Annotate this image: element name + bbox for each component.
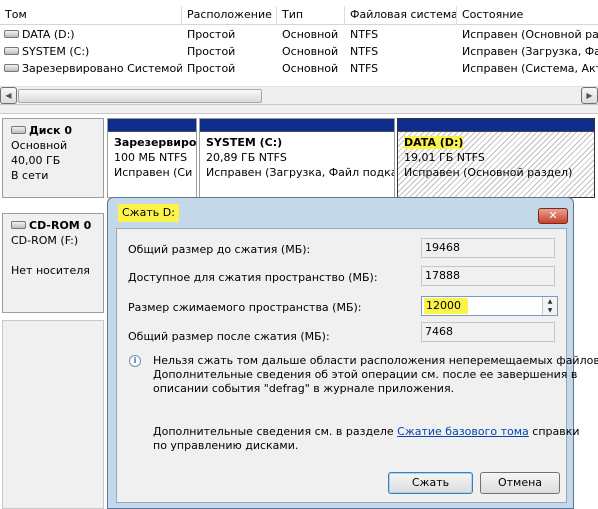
help-note: Дополнительные сведения см. в разделе Сж… <box>153 425 580 439</box>
disk0-size: 40,00 ГБ <box>11 154 61 167</box>
cdrom-icon <box>11 221 26 229</box>
available-value: 17888 <box>421 266 555 286</box>
dialog-title: Сжать D: <box>118 204 179 222</box>
volume-row[interactable]: Зарезервировано Системой Простой Основно… <box>0 60 598 77</box>
partition-info: 20,89 ГБ NTFS <box>206 151 287 164</box>
disk0-kind: Основной <box>11 139 68 152</box>
note-line-3: описании события "defrag" в журнале прил… <box>153 382 455 395</box>
info-icon: i <box>129 355 141 367</box>
partition-name: DATA (D:) <box>404 136 464 149</box>
partition-name: SYSTEM (C:) <box>206 136 283 149</box>
column-header-status[interactable]: Состояние <box>457 6 598 24</box>
shrink-button[interactable]: Сжать <box>388 472 473 494</box>
spin-down-icon[interactable]: ▼ <box>543 306 557 315</box>
volume-filesystem: NTFS <box>350 45 379 58</box>
disk0-header[interactable]: Диск 0 Основной 40,00 ГБ В сети <box>2 118 104 198</box>
drive-icon <box>4 64 19 72</box>
shrink-dialog: Сжать D: ✕ Общий размер до сжатия (МБ): … <box>107 197 598 509</box>
partition-info: 100 МБ NTFS <box>114 151 188 164</box>
partition-status: Исправен (Загрузка, Файл подкач <box>206 166 394 179</box>
cdrom0-name: CD-ROM 0 <box>29 219 92 232</box>
column-header-type[interactable]: Тип <box>277 6 345 24</box>
pane-splitter[interactable] <box>0 104 598 114</box>
note-line-2: Дополнительные сведения об этой операции… <box>153 368 578 381</box>
volume-location: Простой <box>187 45 236 58</box>
note-line-1: Нельзя сжать том дальше области располож… <box>153 354 598 367</box>
cdrom0-drive: CD-ROM (F:) <box>11 234 79 247</box>
drive-icon <box>4 47 19 55</box>
drive-icon <box>4 30 19 38</box>
volume-status: Исправен (Система, Акт <box>462 62 598 75</box>
scroll-right-icon[interactable]: ▶ <box>581 87 598 104</box>
volume-name: Зарезервировано Системой <box>22 62 182 75</box>
shrink-size-label: Размер сжимаемого пространства (МБ): <box>128 301 362 314</box>
help-note-suffix: справки <box>528 425 580 438</box>
dialog-body: Общий размер до сжатия (МБ): 19468 Досту… <box>116 228 598 503</box>
help-note-text: Дополнительные сведения см. в разделе <box>153 425 398 438</box>
volume-name: SYSTEM (C:) <box>22 45 90 58</box>
partition-status: Исправен (Основной раздел) <box>404 166 573 179</box>
available-label: Доступное для сжатия пространство (МБ): <box>128 271 378 284</box>
cdrom0-state: Нет носителя <box>11 264 90 277</box>
volume-type: Основной <box>282 45 339 58</box>
total-after-label: Общий размер после сжатия (МБ): <box>128 330 330 343</box>
volume-row[interactable]: SYSTEM (C:) Простой Основной NTFS Исправ… <box>0 43 598 60</box>
column-header-filesystem[interactable]: Файловая система <box>345 6 457 24</box>
help-note-line-2: по управлению дисками. <box>153 439 299 452</box>
column-header-location[interactable]: Расположение <box>182 6 277 24</box>
volume-status: Исправен (Загрузка, Фа <box>462 45 598 58</box>
cancel-button[interactable]: Отмена <box>480 472 560 494</box>
total-before-label: Общий размер до сжатия (МБ): <box>128 243 311 256</box>
volume-list-header: Том Расположение Тип Файловая система Со… <box>0 6 598 25</box>
volume-name: DATA (D:) <box>22 28 75 41</box>
volume-filesystem: NTFS <box>350 62 379 75</box>
volume-status: Исправен (Основной раз <box>462 28 598 41</box>
disk-icon <box>11 126 26 134</box>
cdrom0-header[interactable]: CD-ROM 0 CD-ROM (F:) Нет носителя <box>2 213 104 313</box>
volume-filesystem: NTFS <box>350 28 379 41</box>
partition-system[interactable]: SYSTEM (C:) 20,89 ГБ NTFS Исправен (Загр… <box>199 118 395 198</box>
partition-data-selected[interactable]: DATA (D:) 19,01 ГБ NTFS Исправен (Основн… <box>397 118 595 198</box>
volume-location: Простой <box>187 28 236 41</box>
volume-row[interactable]: DATA (D:) Простой Основной NTFS Исправен… <box>0 26 598 43</box>
shrink-size-input[interactable]: 12000 <box>424 298 468 314</box>
disk0-state: В сети <box>11 169 49 182</box>
scroll-left-icon[interactable]: ◀ <box>0 87 17 104</box>
partition-status: Исправен (Си <box>114 166 193 179</box>
empty-disk-area <box>2 320 104 509</box>
total-before-value: 19468 <box>421 238 555 258</box>
total-after-value: 7468 <box>421 322 555 342</box>
partition-info: 19,01 ГБ NTFS <box>404 151 485 164</box>
disk0-name: Диск 0 <box>29 124 72 137</box>
volume-location: Простой <box>187 62 236 75</box>
shrink-size-stepper[interactable]: 12000 ▲ ▼ <box>421 296 558 316</box>
partition-reserved[interactable]: Зарезервиро 100 МБ NTFS Исправен (Си <box>107 118 197 198</box>
volume-type: Основной <box>282 62 339 75</box>
volume-type: Основной <box>282 28 339 41</box>
help-link[interactable]: Сжатие базового тома <box>397 425 529 438</box>
spin-up-icon[interactable]: ▲ <box>543 297 557 306</box>
column-header-volume[interactable]: Том <box>0 6 182 24</box>
partition-name: Зарезервиро <box>114 136 196 149</box>
horizontal-scrollbar[interactable]: ◀ ▶ <box>0 86 598 104</box>
scrollbar-thumb[interactable] <box>18 89 262 103</box>
close-icon[interactable]: ✕ <box>538 208 568 224</box>
